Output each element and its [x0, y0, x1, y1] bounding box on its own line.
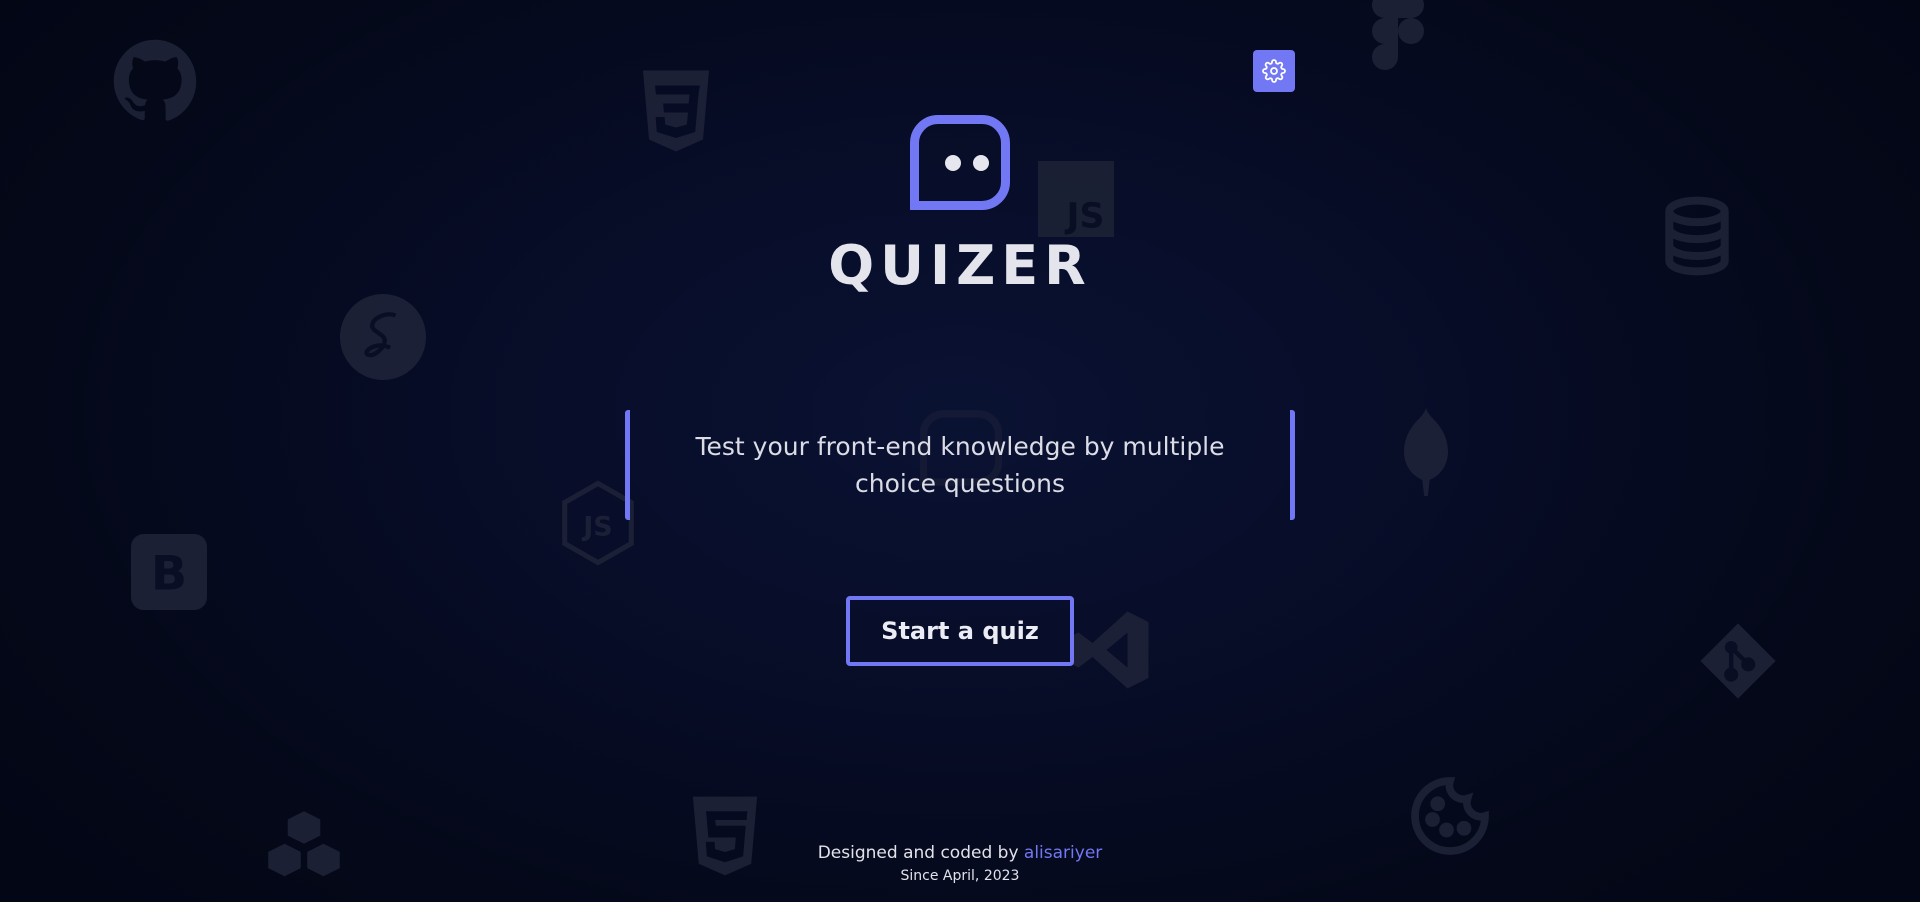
github-icon — [112, 38, 198, 124]
js-icon: JS — [1038, 161, 1114, 237]
author-link[interactable]: alisariyer — [1024, 843, 1102, 863]
footer-since: Since April, 2023 — [900, 868, 1020, 884]
footer: Designed and coded by alisariyer Since A… — [0, 842, 1920, 886]
css3-icon — [640, 70, 712, 152]
bootstrap-icon: B — [131, 534, 207, 610]
tagline-text: Test your front-end knowledge by multipl… — [695, 432, 1225, 498]
git-icon — [1697, 620, 1779, 702]
tagline-box: Test your front-end knowledge by multipl… — [625, 410, 1295, 520]
logo-eye-left — [945, 155, 961, 171]
svg-text:B: B — [151, 546, 187, 601]
footer-credit: Designed and coded by alisariyer — [0, 842, 1920, 864]
gear-icon — [1262, 59, 1286, 83]
footer-credit-text: Designed and coded by — [817, 843, 1019, 863]
figma-icon — [1372, 0, 1424, 72]
svg-text:JS: JS — [581, 512, 612, 543]
svg-text:JS: JS — [1064, 197, 1104, 237]
logo-eye-right — [973, 155, 989, 171]
quizer-logo — [910, 115, 1010, 210]
mongodb-leaf-icon — [1404, 408, 1448, 496]
sass-icon — [340, 294, 426, 380]
app-title: QUIZER — [828, 234, 1092, 297]
start-quiz-button[interactable]: Start a quiz — [846, 596, 1074, 666]
vscode-icon — [1068, 606, 1152, 694]
settings-button[interactable] — [1253, 50, 1295, 92]
